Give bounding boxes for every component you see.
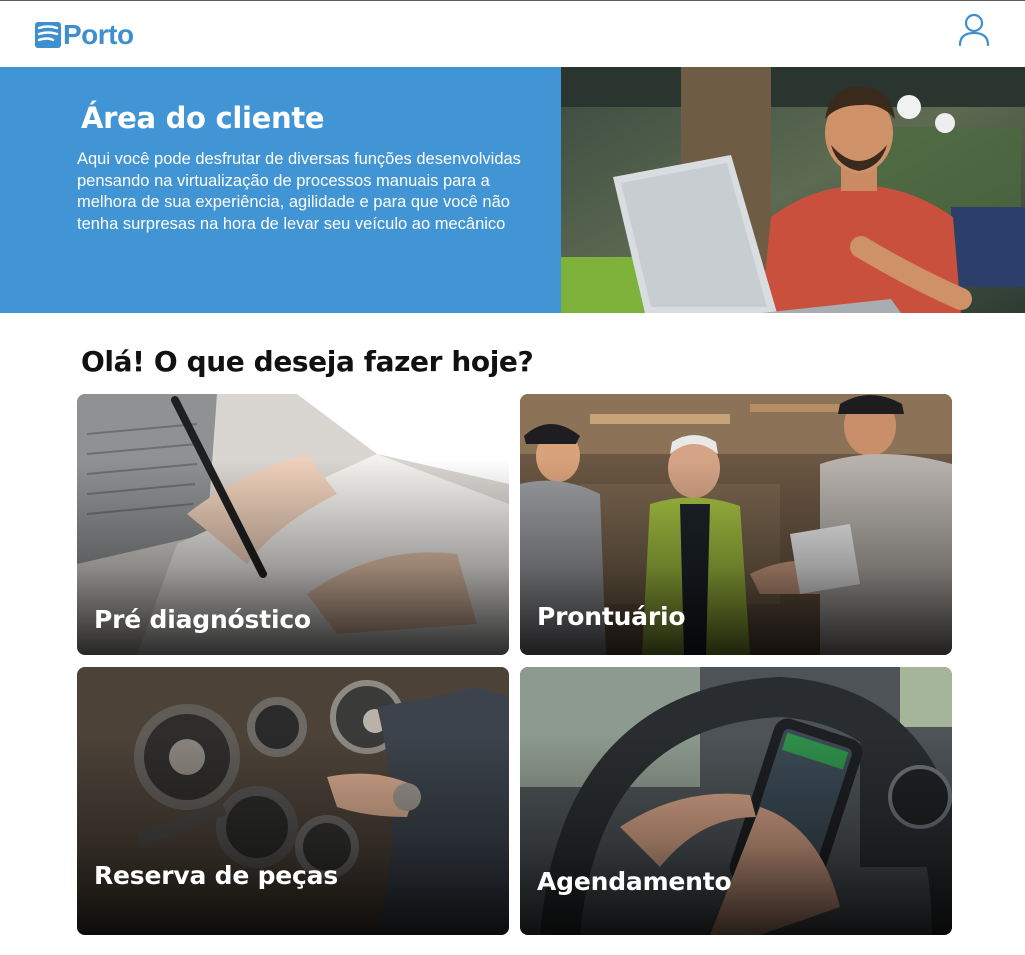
top-header: Porto: [0, 1, 1025, 67]
card-reserva-de-pecas[interactable]: Reserva de peças: [77, 667, 509, 935]
porto-logo-mark-icon: [35, 22, 61, 48]
greeting-heading: Olá! O que deseja fazer hoje?: [81, 345, 534, 378]
user-account-button[interactable]: [956, 11, 992, 51]
hero-banner: Área do cliente Aqui você pode desfrutar…: [0, 67, 1025, 313]
card-label: Pré diagnóstico: [94, 605, 311, 634]
card-label: Prontuário: [537, 602, 686, 631]
card-label: Reserva de peças: [94, 861, 339, 890]
logo-text: Porto: [63, 19, 134, 50]
card-label: Agendamento: [537, 867, 732, 896]
card-gradient-overlay: [520, 734, 952, 935]
hero-illustration: [561, 67, 1025, 313]
hero-photo-man-with-laptop: [561, 67, 1025, 313]
hero-title: Área do cliente: [81, 101, 325, 135]
hero-description: Aqui você pode desfrutar de diversas fun…: [77, 150, 521, 233]
hero-text-panel: Área do cliente Aqui você pode desfrutar…: [0, 67, 561, 313]
user-icon: [958, 13, 990, 47]
card-prontuario[interactable]: Prontuário: [520, 394, 952, 655]
card-pre-diagnostico[interactable]: Pré diagnóstico: [77, 394, 509, 655]
porto-logo[interactable]: Porto: [35, 19, 134, 50]
card-gradient-overlay: [77, 734, 509, 935]
card-agendamento[interactable]: Agendamento: [520, 667, 952, 935]
